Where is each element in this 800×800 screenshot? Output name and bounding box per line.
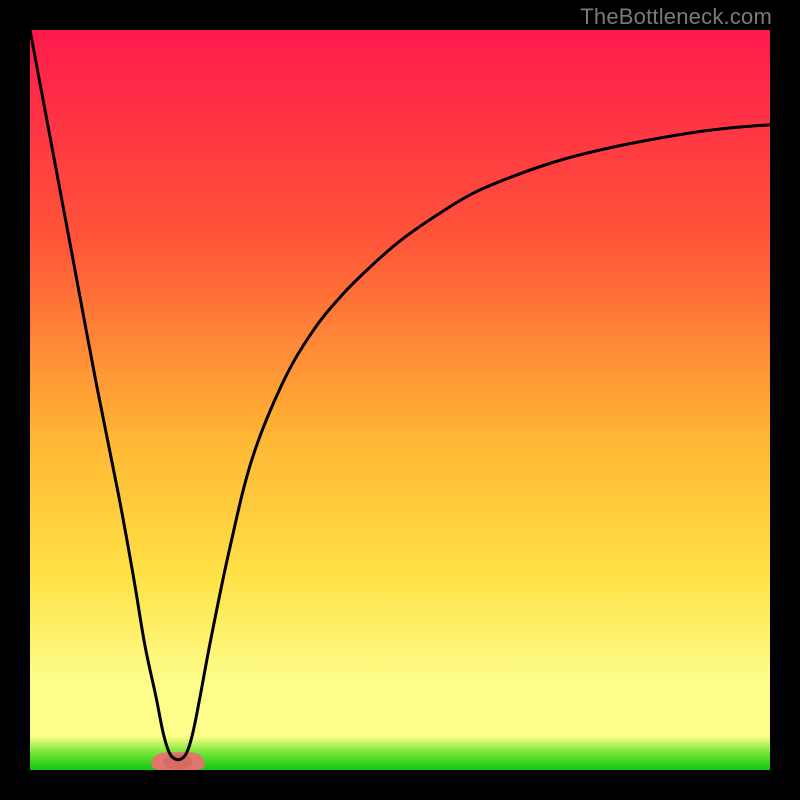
plot-svg — [30, 30, 770, 770]
chart-frame: TheBottleneck.com — [0, 0, 800, 800]
valley-blob-inner — [163, 755, 192, 770]
attribution-text: TheBottleneck.com — [580, 4, 772, 30]
gradient-background — [30, 30, 770, 770]
plot-area — [30, 30, 770, 770]
baseline-strip — [30, 749, 770, 770]
